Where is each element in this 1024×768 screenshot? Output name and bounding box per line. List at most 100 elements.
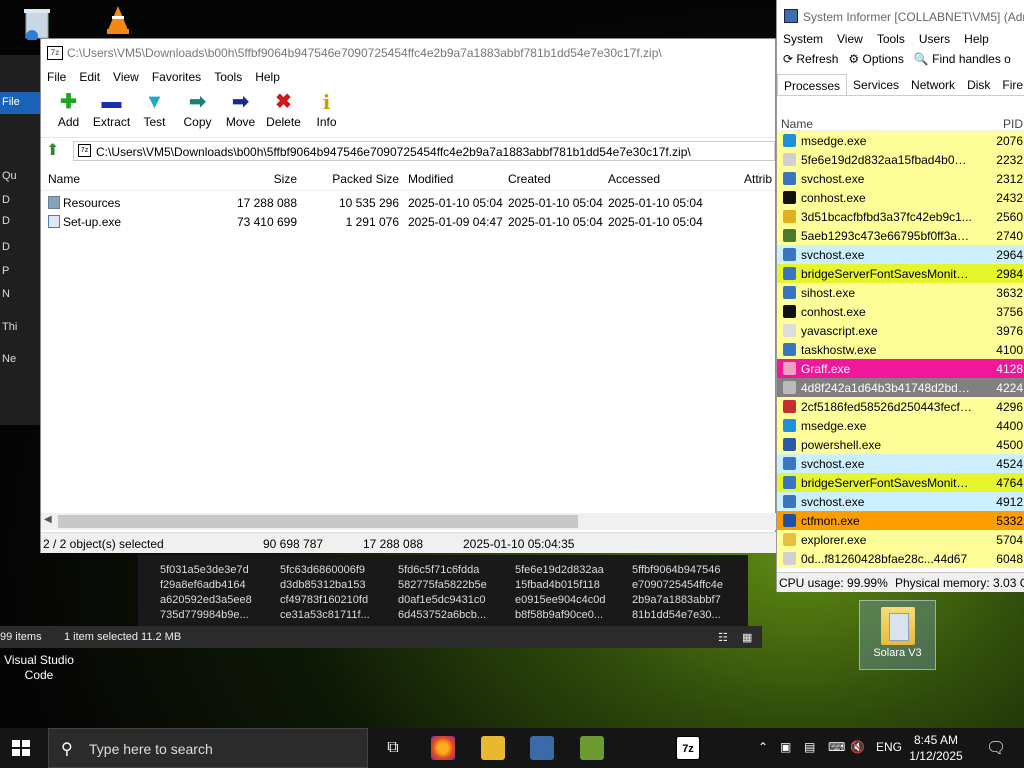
nav-item-pictures[interactable]: P xyxy=(2,265,9,277)
details-view-icon[interactable]: ☷ xyxy=(718,631,728,644)
refresh-button[interactable]: ⟳ Refresh xyxy=(783,52,838,74)
recycle-bin-icon[interactable] xyxy=(18,6,58,42)
menu-edit[interactable]: Edit xyxy=(79,67,100,89)
file-name[interactable]: 5f031a5e3de3e7d f29a8ef6adb4164 a620592e… xyxy=(160,563,252,623)
up-folder-icon[interactable]: ⬆ xyxy=(46,142,64,160)
tray-chevron-icon[interactable]: ⌃ xyxy=(758,740,768,754)
horizontal-scrollbar[interactable]: ◀ xyxy=(41,513,777,530)
process-row[interactable]: conhost.exe 3756 xyxy=(777,302,1024,321)
scroll-left-icon[interactable]: ◀ xyxy=(44,514,52,525)
table-row[interactable]: Resources 17 288 088 10 535 296 2025-01-… xyxy=(41,191,775,210)
find-handles-button[interactable]: 🔍 Find handles o xyxy=(914,52,1011,74)
col-created[interactable]: Created xyxy=(508,172,551,186)
process-row[interactable]: 5fe6e19d2d832aa15fbad4b015... 2232 xyxy=(777,150,1024,169)
col-modified[interactable]: Modified xyxy=(408,172,453,186)
col-attrib[interactable]: Attrib xyxy=(744,172,772,186)
tab-services[interactable]: Services xyxy=(847,74,905,95)
col-accessed[interactable]: Accessed xyxy=(608,172,660,186)
system-informer-taskbar-icon[interactable] xyxy=(530,736,554,760)
nav-item-n[interactable]: N xyxy=(2,288,10,300)
options-button[interactable]: ⚙ Options xyxy=(848,52,903,74)
process-row[interactable]: msedge.exe 2076 xyxy=(777,131,1024,150)
tab-network[interactable]: Network xyxy=(905,74,961,95)
explorer-file-tab[interactable]: File xyxy=(0,92,40,114)
process-row[interactable]: 4d8f242a1d64b3b41748d2bd5... 4224 xyxy=(777,378,1024,397)
process-row[interactable]: 0d...f81260428bfae28c...44d67 6048 xyxy=(777,549,1024,568)
process-row[interactable]: svchost.exe 4912 xyxy=(777,492,1024,511)
menu-file[interactable]: File xyxy=(47,67,66,89)
si-menu-view[interactable]: View xyxy=(837,32,863,52)
taskbar-search-box[interactable]: ⚲ Type here to search xyxy=(48,728,368,768)
app-taskbar-icon[interactable] xyxy=(580,736,604,760)
process-row[interactable]: taskhostw.exe 4100 xyxy=(777,340,1024,359)
process-row[interactable]: sihost.exe 3632 xyxy=(777,283,1024,302)
move-button[interactable]: ➡ Move xyxy=(219,89,262,137)
delete-button[interactable]: ✖ Delete xyxy=(262,89,305,137)
process-row[interactable]: powershell.exe 4500 xyxy=(777,435,1024,454)
extract-button[interactable]: ▬ Extract xyxy=(90,89,133,137)
col-packed-size[interactable]: Packed Size xyxy=(303,172,399,186)
process-row[interactable]: svchost.exe 2964 xyxy=(777,245,1024,264)
file-name[interactable]: 5ffbf9064b947546 e7090725454ffc4e 2b9a7a… xyxy=(632,563,723,623)
tab-processes[interactable]: Processes xyxy=(777,74,848,95)
col-process-name[interactable]: Name xyxy=(781,117,813,131)
process-row[interactable]: 5aeb1293c473e66795bf0ff3a78... 2740 xyxy=(777,226,1024,245)
tray-informer-icon[interactable]: ▤ xyxy=(804,740,815,754)
path-input[interactable]: 7z C:\Users\VM5\Downloads\b00h\5ffbf9064… xyxy=(73,141,775,161)
process-row[interactable]: 2cf5186fed58526d250443fecf2... 4296 xyxy=(777,397,1024,416)
si-menu-system[interactable]: System xyxy=(783,32,823,52)
menu-tools[interactable]: Tools xyxy=(214,67,242,89)
process-row[interactable]: yavascript.exe 3976 xyxy=(777,321,1024,340)
process-row[interactable]: bridgeServerFontSavesMonito... 2984 xyxy=(777,264,1024,283)
tab-firewall[interactable]: Fire xyxy=(996,74,1024,95)
file-name[interactable]: 5fd6c5f71c6fdda 582775fa5822b5e d0af1e5d… xyxy=(398,563,487,623)
vlc-icon[interactable] xyxy=(106,6,130,34)
tiles-view-icon[interactable]: ▦ xyxy=(742,631,752,644)
nav-item-quick-access[interactable]: Qu xyxy=(2,170,17,182)
process-row[interactable]: bridgeServerFontSavesMonito... 4764 xyxy=(777,473,1024,492)
solara-shortcut[interactable]: Solara V3 xyxy=(859,600,936,670)
process-row[interactable]: ctfmon.exe 5332 xyxy=(777,511,1024,530)
file-name[interactable]: 5fe6e19d2d832aa 15fbad4b015f118 e0915ee9… xyxy=(515,563,606,623)
task-view-icon[interactable]: ⧉ xyxy=(381,736,405,760)
nav-item-this-pc[interactable]: Thi xyxy=(2,321,17,333)
add-button[interactable]: ✚ Add xyxy=(47,89,90,137)
nav-item-network[interactable]: Ne xyxy=(2,353,16,365)
windows-start-icon[interactable] xyxy=(12,740,30,756)
file-name[interactable]: 5fc63d6860006f9 d3db85312ba153 cf49783f1… xyxy=(280,563,370,623)
process-row[interactable]: Graff.exe 4128 xyxy=(777,359,1024,378)
process-row[interactable]: svchost.exe 2312 xyxy=(777,169,1024,188)
nav-item-documents[interactable]: D xyxy=(2,241,10,253)
process-row[interactable]: explorer.exe 5704 xyxy=(777,530,1024,549)
menu-help[interactable]: Help xyxy=(255,67,280,89)
copy-button[interactable]: ➡ Copy xyxy=(176,89,219,137)
col-size[interactable]: Size xyxy=(201,172,297,186)
clock[interactable]: 8:45 AM 1/12/2025 xyxy=(906,732,966,764)
test-button[interactable]: ▼ Test xyxy=(133,89,176,137)
table-row[interactable]: Set-up.exe 73 410 699 1 291 076 2025-01-… xyxy=(41,210,775,229)
si-menu-help[interactable]: Help xyxy=(964,32,989,52)
network-icon[interactable]: ⌨ xyxy=(828,740,845,754)
tray-app-icon[interactable]: ▣ xyxy=(780,740,791,754)
menu-view[interactable]: View xyxy=(113,67,139,89)
scroll-thumb[interactable] xyxy=(58,515,578,528)
nav-item-desktop[interactable]: D xyxy=(2,194,10,206)
nav-item-downloads[interactable]: D xyxy=(2,215,10,227)
si-menu-users[interactable]: Users xyxy=(919,32,950,52)
vscode-desktop-label[interactable]: Visual Studio Code xyxy=(4,653,74,683)
process-row[interactable]: msedge.exe 4400 xyxy=(777,416,1024,435)
firefox-icon[interactable] xyxy=(431,736,455,760)
si-menu-tools[interactable]: Tools xyxy=(877,32,905,52)
process-row[interactable]: svchost.exe 4524 xyxy=(777,454,1024,473)
tab-disk[interactable]: Disk xyxy=(961,74,996,95)
notifications-icon[interactable]: 🗨 xyxy=(986,738,1006,758)
7zip-taskbar-icon[interactable]: 7z xyxy=(676,736,700,760)
menu-favorites[interactable]: Favorites xyxy=(152,67,201,89)
process-row[interactable]: conhost.exe 2432 xyxy=(777,188,1024,207)
process-row[interactable]: 3d51bcacfbfbd3a37fc42eb9c1... 2560 xyxy=(777,207,1024,226)
col-pid[interactable]: PID xyxy=(1003,117,1023,131)
info-button[interactable]: i Info xyxy=(305,89,348,137)
col-name[interactable]: Name xyxy=(48,172,80,186)
file-explorer-icon[interactable] xyxy=(481,736,505,760)
volume-muted-icon[interactable]: 🔇 xyxy=(850,740,865,754)
